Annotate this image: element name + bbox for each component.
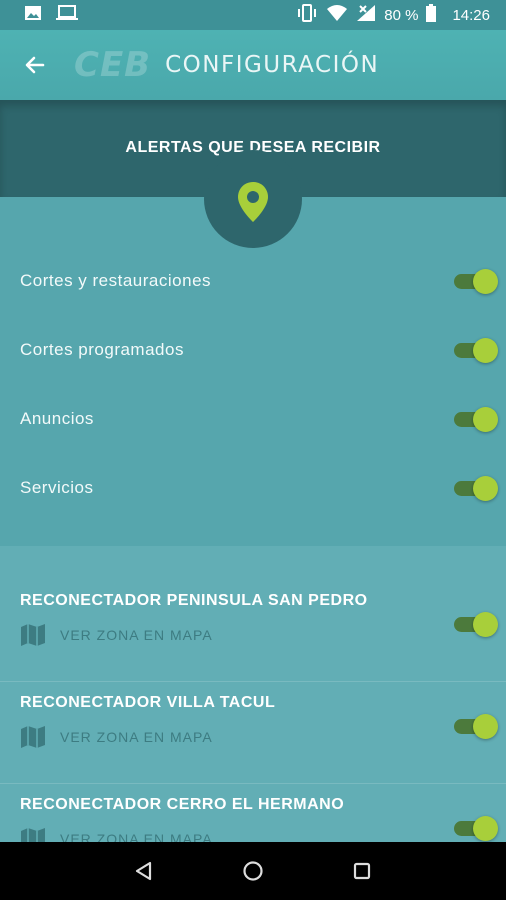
- app-logo: CEB: [74, 45, 152, 85]
- nav-home-button[interactable]: [233, 851, 273, 891]
- alert-row-servicios: Servicios: [0, 453, 506, 522]
- location-pin-icon: [238, 182, 268, 222]
- alert-toggle[interactable]: [450, 267, 498, 295]
- image-icon: [24, 5, 42, 26]
- battery-icon: [426, 4, 437, 26]
- view-map-label: VER ZONA EN MAPA: [60, 729, 213, 745]
- status-bar: 80 % 14:26: [0, 0, 506, 30]
- map-icon: [21, 726, 45, 748]
- alert-row-cortes-programados: Cortes programados: [0, 315, 506, 384]
- alert-label: Cortes programados: [20, 339, 184, 359]
- back-button[interactable]: [0, 30, 70, 100]
- reconnector-toggle[interactable]: [450, 610, 498, 638]
- triangle-back-icon: [136, 861, 152, 881]
- system-nav-bar: [0, 842, 506, 900]
- alert-toggle[interactable]: [450, 336, 498, 364]
- page-title: CONFIGURACIÓN: [165, 52, 380, 78]
- location-pin-badge: [204, 150, 302, 248]
- alert-list: Cortes y restauraciones Cortes programad…: [0, 246, 506, 522]
- map-icon: [21, 624, 45, 646]
- nav-back-button[interactable]: [124, 851, 164, 891]
- alert-label: Servicios: [20, 477, 94, 497]
- view-map-link[interactable]: VER ZONA EN MAPA: [20, 623, 213, 647]
- signal-icon: [356, 4, 376, 26]
- alert-label: Cortes y restauraciones: [20, 270, 212, 290]
- alert-row-anuncios: Anuncios: [0, 384, 506, 453]
- laptop-icon: [56, 4, 78, 26]
- reconnector-toggle[interactable]: [450, 814, 498, 842]
- reconnector-list: RECONECTADOR PENINSULA SAN PEDRO VER ZON…: [0, 546, 506, 842]
- reconnector-title: RECONECTADOR PENINSULA SAN PEDRO: [20, 592, 368, 609]
- app-bar: CEB CONFIGURACIÓN: [0, 30, 506, 100]
- square-recents-icon: [353, 862, 370, 880]
- reconnector-title: RECONECTADOR CERRO EL HERMANO: [20, 796, 345, 813]
- reconnector-item: RECONECTADOR CERRO EL HERMANO VER ZONA E…: [0, 784, 506, 842]
- map-icon: [21, 828, 45, 842]
- alert-label: Anuncios: [20, 408, 94, 428]
- battery-percent: 80 %: [384, 6, 419, 24]
- view-map-link[interactable]: VER ZONA EN MAPA: [20, 725, 213, 749]
- view-map-link[interactable]: VER ZONA EN MAPA: [20, 827, 213, 842]
- reconnector-item: RECONECTADOR VILLA TACUL VER ZONA EN MAP…: [0, 682, 506, 784]
- reconnector-toggle[interactable]: [450, 712, 498, 740]
- reconnector-item: RECONECTADOR PENINSULA SAN PEDRO VER ZON…: [0, 580, 506, 682]
- alert-toggle[interactable]: [450, 405, 498, 433]
- view-map-label: VER ZONA EN MAPA: [60, 831, 213, 842]
- wifi-icon: [326, 4, 348, 26]
- arrow-left-icon: [25, 56, 45, 74]
- view-map-label: VER ZONA EN MAPA: [60, 627, 213, 643]
- circle-home-icon: [243, 861, 263, 881]
- status-time: 14:26: [452, 6, 490, 24]
- reconnector-title: RECONECTADOR VILLA TACUL: [20, 694, 276, 711]
- alert-row-cortes-restauraciones: Cortes y restauraciones: [0, 246, 506, 315]
- alert-toggle[interactable]: [450, 474, 498, 502]
- vibrate-icon: [296, 4, 318, 26]
- nav-recents-button[interactable]: [342, 851, 382, 891]
